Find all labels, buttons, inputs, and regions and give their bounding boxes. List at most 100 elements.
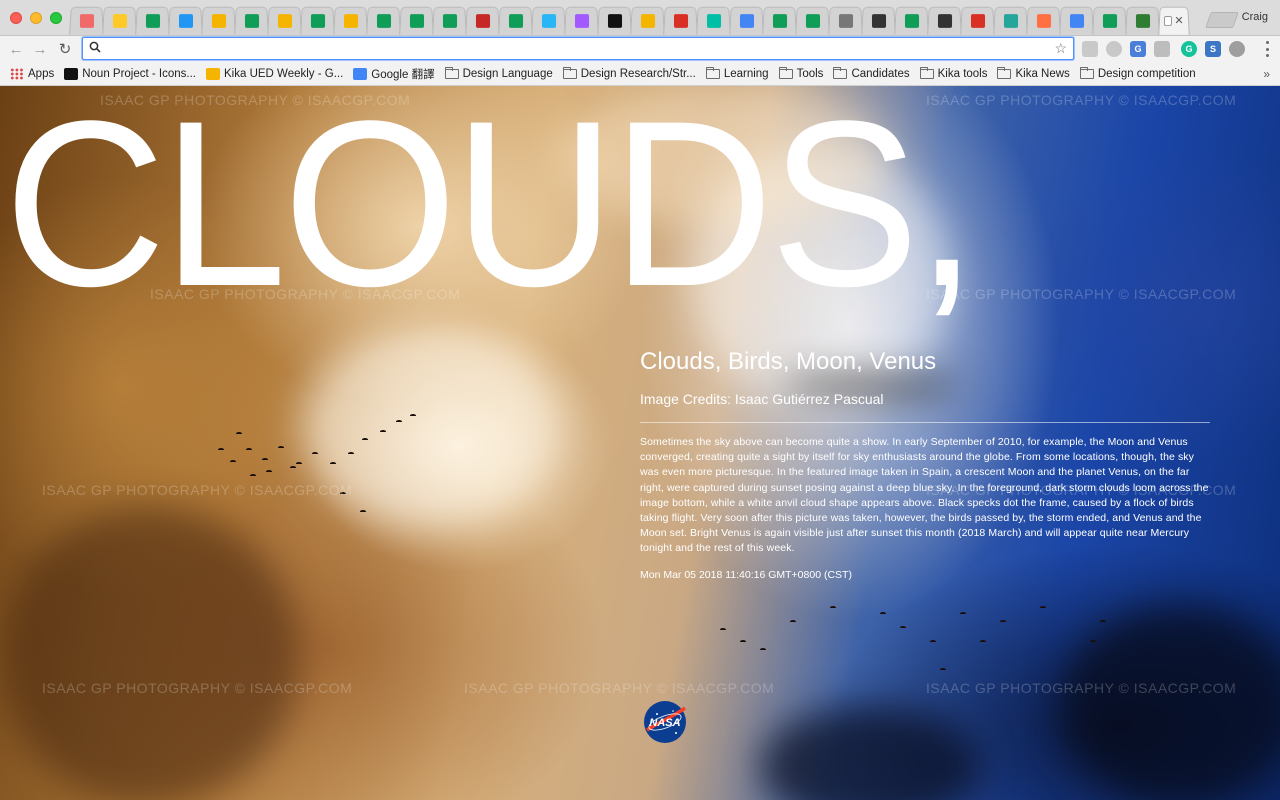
figma-icon: [574, 13, 589, 28]
bird-speck: [940, 668, 946, 671]
browser-tab[interactable]: [960, 6, 995, 35]
omnibox[interactable]: ☆: [82, 37, 1074, 60]
browser-tab[interactable]: [696, 6, 731, 35]
browser-tab-active[interactable]: ✕: [1158, 6, 1190, 35]
emblem-icon: [871, 13, 886, 28]
browser-tab[interactable]: [762, 6, 797, 35]
google-drive-icon: [640, 13, 655, 28]
browser-tab[interactable]: [828, 6, 863, 35]
bookmark-item[interactable]: Kika News: [997, 66, 1070, 80]
profile-name[interactable]: Craig: [1242, 11, 1268, 23]
photo-watermark: ISAAC GP PHOTOGRAPHY © ISAACGP.COM: [926, 680, 1237, 696]
browser-tab[interactable]: [168, 6, 203, 35]
apod-title[interactable]: Clouds, Birds, Moon, Venus: [640, 346, 1210, 378]
browser-tab[interactable]: [399, 6, 434, 35]
browser-tab[interactable]: [630, 6, 665, 35]
medium-icon: [607, 13, 622, 28]
bookmark-item[interactable]: Learning: [705, 66, 769, 80]
browser-tab[interactable]: [465, 6, 500, 35]
minimize-window-button[interactable]: [30, 12, 42, 24]
reload-button[interactable]: ↻: [55, 39, 75, 59]
folder-icon: [919, 66, 934, 79]
bookmark-item[interactable]: Noun Project - Icons...: [64, 67, 196, 80]
bird-speck: [330, 462, 336, 465]
browser-tab[interactable]: [1059, 6, 1094, 35]
bookmarks-overflow-button[interactable]: »: [1263, 67, 1270, 81]
browser-tab[interactable]: [663, 6, 698, 35]
browser-tab[interactable]: [795, 6, 830, 35]
bird-speck: [830, 606, 836, 609]
fullscreen-window-button[interactable]: [50, 12, 62, 24]
browser-tab[interactable]: [729, 6, 764, 35]
browser-tab[interactable]: [333, 6, 368, 35]
photo-watermark: ISAAC GP PHOTOGRAPHY © ISAACGP.COM: [464, 680, 775, 696]
browser-tab[interactable]: [894, 6, 929, 35]
browser-tab[interactable]: [564, 6, 599, 35]
bookmark-star-icon[interactable]: ☆: [1054, 40, 1067, 57]
bird-speck: [790, 620, 796, 623]
browser-tab[interactable]: [102, 6, 137, 35]
extension-dictionary-icon[interactable]: [1154, 41, 1170, 57]
bookmark-label: Learning: [723, 67, 769, 80]
extension-grammarly-icon[interactable]: G: [1181, 41, 1197, 57]
browser-tab[interactable]: [135, 6, 170, 35]
bookmark-item[interactable]: Design Research/Str...: [562, 66, 696, 80]
browser-tab[interactable]: [597, 6, 632, 35]
close-tab-icon[interactable]: ✕: [1174, 14, 1183, 27]
browser-tab[interactable]: [366, 6, 401, 35]
browser-tab[interactable]: [300, 6, 335, 35]
browser-tab[interactable]: [201, 6, 236, 35]
browser-tab[interactable]: [432, 6, 467, 35]
browser-tab[interactable]: [927, 6, 962, 35]
bookmark-item[interactable]: Tools: [778, 66, 823, 80]
close-window-button[interactable]: [10, 12, 22, 24]
new-tab-button[interactable]: [1205, 12, 1239, 28]
bookmarks-bar: Apps Noun Project - Icons... Kika UED Week…: [0, 62, 1280, 86]
bookmark-item[interactable]: Design Language: [444, 66, 553, 80]
browser-tab[interactable]: [498, 6, 533, 35]
bird-speck: [880, 612, 886, 615]
search-icon: [89, 41, 101, 53]
bookmark-item[interactable]: Candidates: [833, 66, 910, 80]
browser-tab[interactable]: [234, 6, 269, 35]
chat-bubble-icon: [706, 13, 721, 28]
bookmark-item[interactable]: Design competition: [1079, 66, 1196, 80]
bird-speck: [250, 474, 256, 477]
extension-globe-icon[interactable]: [1229, 41, 1245, 57]
apps-grid-icon: [10, 67, 24, 80]
extension-s-icon[interactable]: S: [1205, 41, 1221, 57]
address-input[interactable]: [105, 40, 1045, 58]
bookmark-item[interactable]: Google 翻譯: [353, 66, 435, 82]
back-button[interactable]: ←: [6, 39, 26, 59]
browser-toolbar: ← → ↻ ☆ G G S: [0, 36, 1280, 62]
browser-tab[interactable]: [861, 6, 896, 35]
bookmark-label: Kika News: [1015, 67, 1070, 80]
google-drive-icon: [343, 13, 358, 28]
browser-tab[interactable]: [69, 6, 104, 35]
divider: [640, 422, 1210, 423]
bookmark-item[interactable]: Apps: [10, 67, 54, 80]
nasa-logo-icon[interactable]: NASA: [643, 700, 687, 744]
extension-circle-icon[interactable]: [1106, 41, 1122, 57]
bird-speck: [236, 432, 242, 435]
apod-info-panel: Clouds, Birds, Moon, Venus Image Credits…: [640, 346, 1210, 581]
extension-drive-icon[interactable]: [1082, 41, 1098, 57]
browser-tab[interactable]: [531, 6, 566, 35]
browser-tab[interactable]: [1125, 6, 1160, 35]
refresh-app-icon: [1003, 13, 1018, 28]
browser-menu-icon[interactable]: [1266, 41, 1270, 57]
forward-button[interactable]: →: [30, 39, 50, 59]
extension-translate-icon[interactable]: G: [1130, 41, 1146, 57]
asana-icon: [79, 13, 94, 28]
apod-description: Sometimes the sky above can become quite…: [640, 436, 1209, 555]
google-drive-icon: [277, 13, 292, 28]
grid-app-icon: [1135, 13, 1150, 28]
browser-tab[interactable]: [993, 6, 1028, 35]
browser-tab[interactable]: [267, 6, 302, 35]
bird-speck: [410, 414, 416, 417]
browser-tab[interactable]: [1026, 6, 1061, 35]
google-translate-icon: [353, 67, 368, 80]
bookmark-item[interactable]: Kika UED Weekly - G...: [206, 67, 343, 80]
bookmark-item[interactable]: Kika tools: [919, 66, 987, 80]
browser-tab[interactable]: [1092, 6, 1127, 35]
